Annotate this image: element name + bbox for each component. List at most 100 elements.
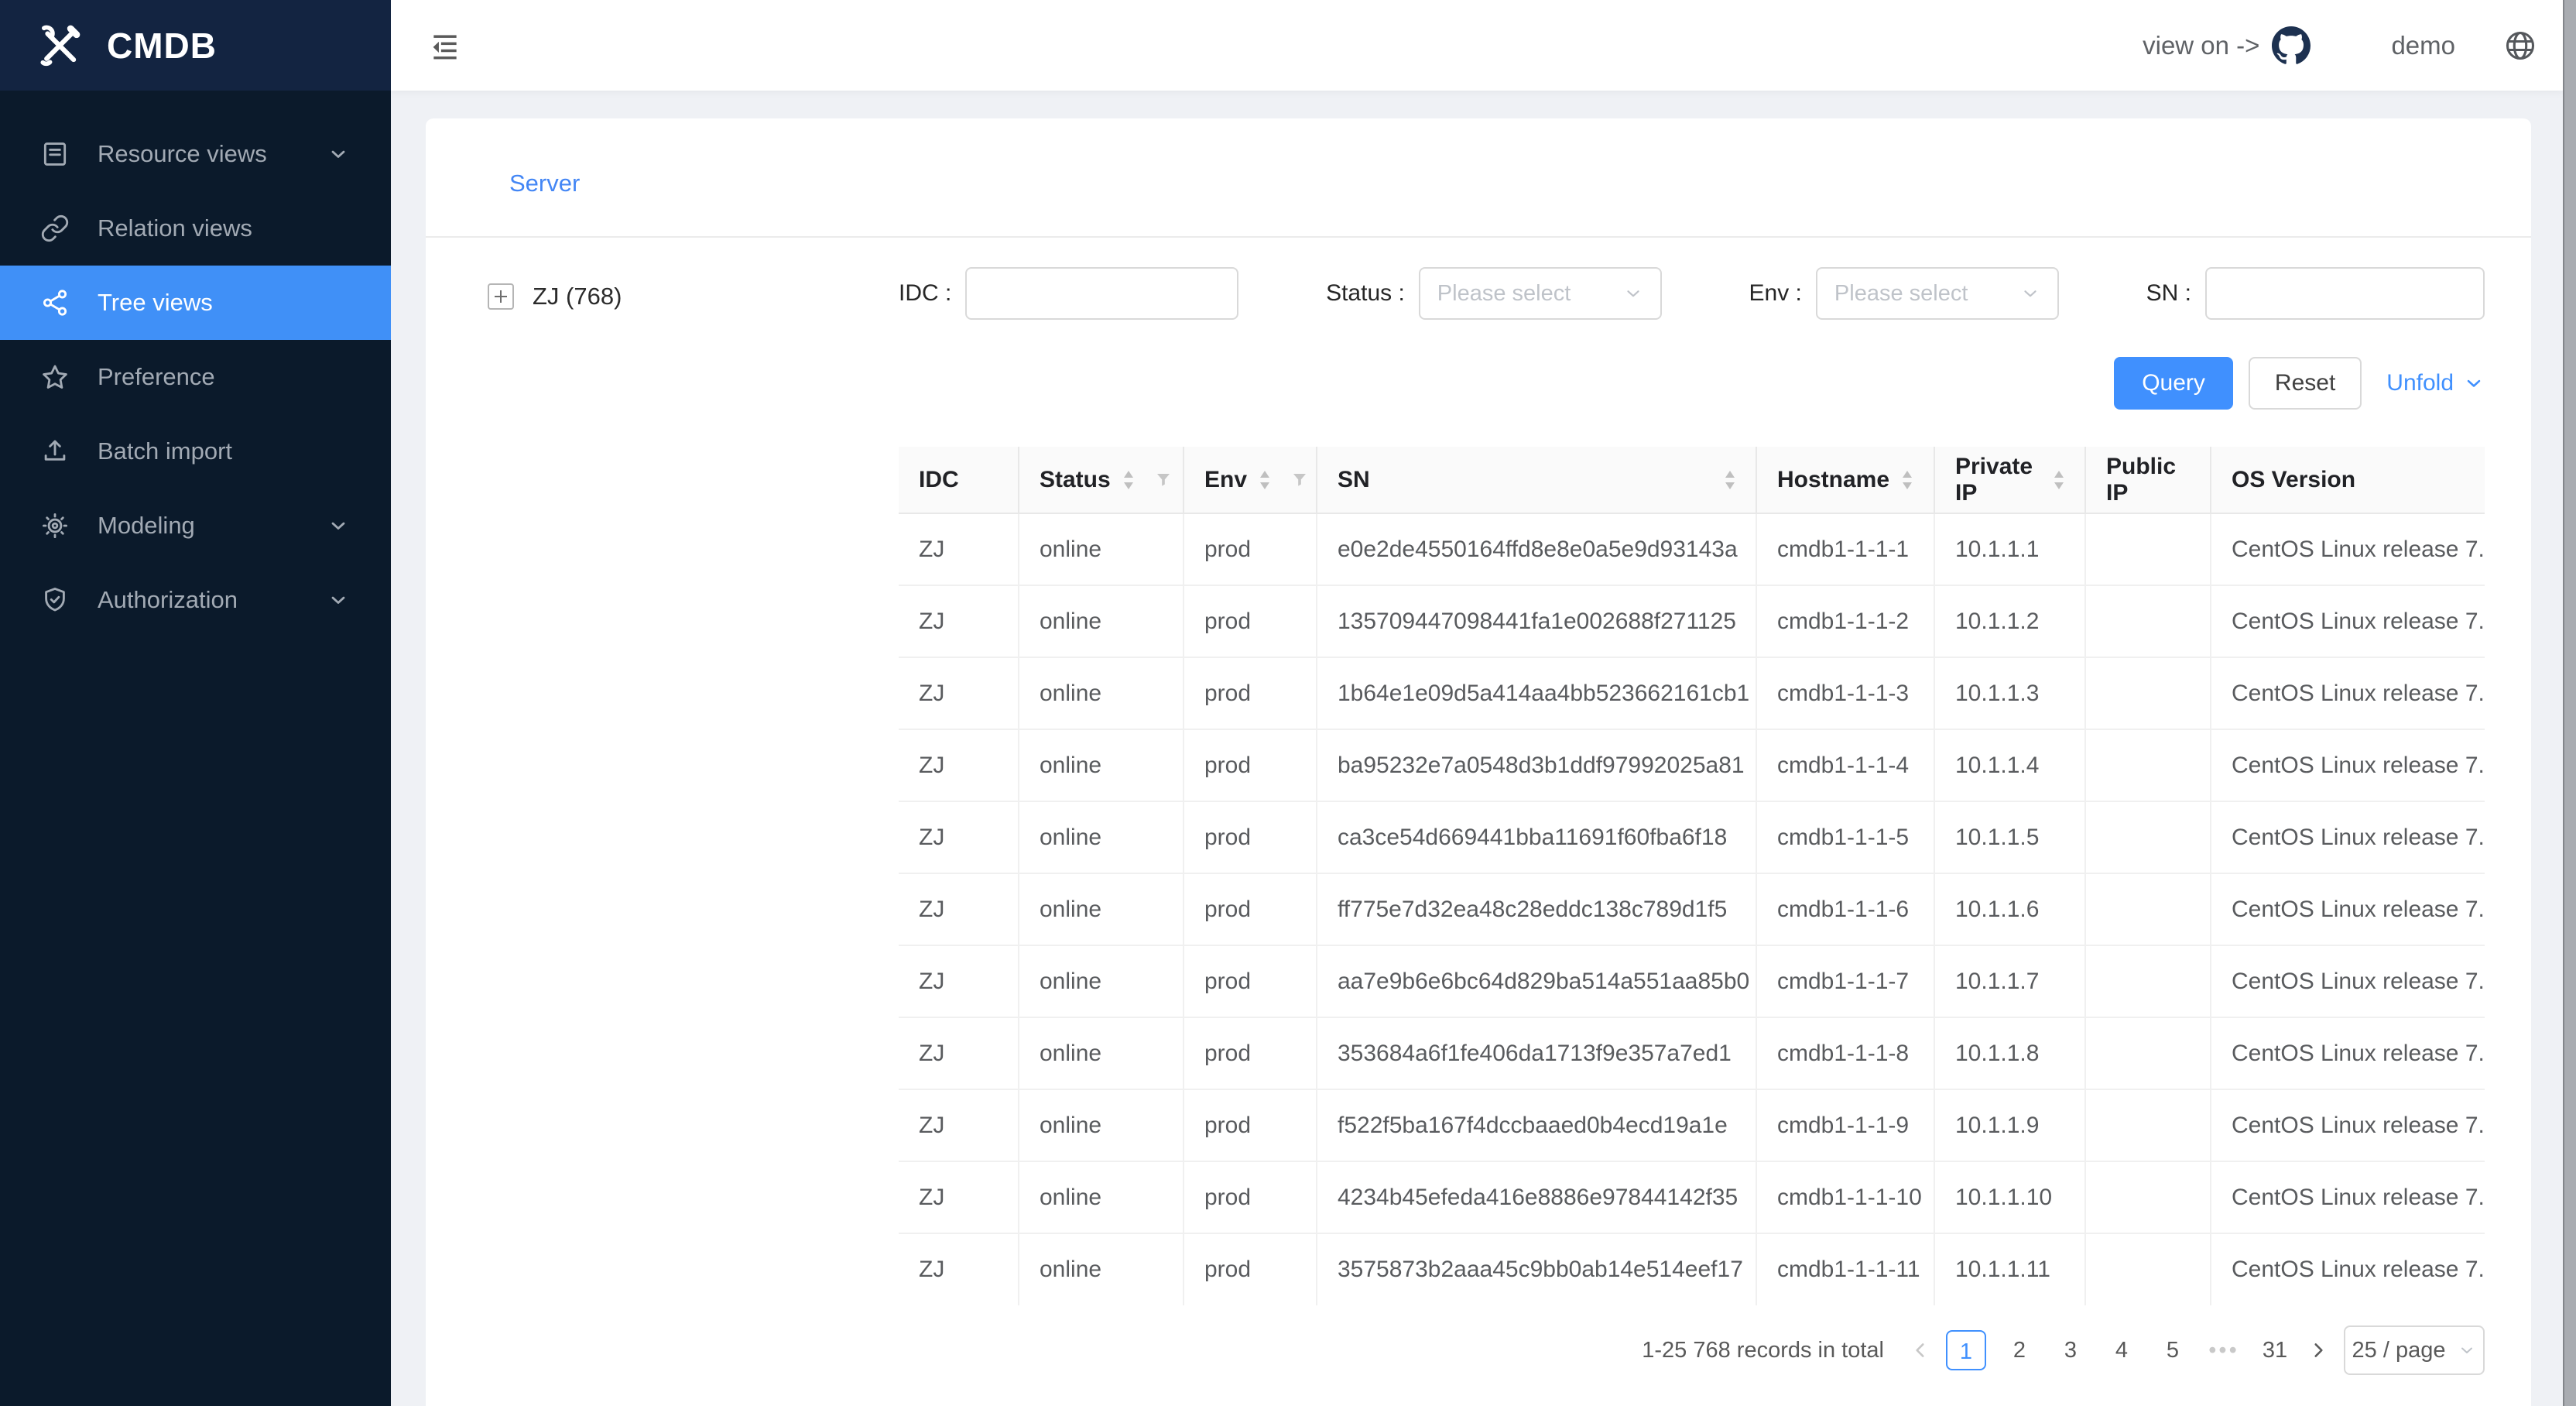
- table-cell-os: CentOS Linux release 7.5.18: [2211, 1017, 2485, 1089]
- shield-icon: [40, 585, 70, 615]
- reset-button[interactable]: Reset: [2249, 357, 2362, 410]
- page-size-select[interactable]: 25 / page: [2344, 1325, 2485, 1375]
- table-cell-env: prod: [1184, 1161, 1317, 1233]
- sidebar-item-tree-views[interactable]: Tree views: [0, 266, 391, 340]
- table-cell-private_ip: 10.1.1.3: [1934, 657, 2085, 729]
- sidebar-item-resource-views[interactable]: Resource views: [0, 117, 391, 191]
- app-logo[interactable]: CMDB: [0, 0, 391, 91]
- idc-input[interactable]: [965, 267, 1238, 320]
- browser-scrollbar[interactable]: [2563, 0, 2576, 1406]
- main-panel: IDC : Status : Please select Env : Pleas…: [899, 238, 2485, 1375]
- table-cell-sn: ba95232e7a0548d3b1ddf97992025a81: [1317, 729, 1756, 801]
- table-cell-sn: e0e2de4550164ffd8e8e0a5e9d93143a: [1317, 513, 1756, 585]
- sidebar-item-preference[interactable]: Preference: [0, 340, 391, 414]
- table-cell-os: CentOS Linux release 7.5.18: [2211, 945, 2485, 1017]
- table-cell-private_ip: 10.1.1.10: [1934, 1161, 2085, 1233]
- app-title: CMDB: [107, 25, 217, 67]
- view-on-github-link[interactable]: view on ->: [2143, 26, 2311, 65]
- table-cell-os: CentOS Linux release 7.5.18: [2211, 585, 2485, 657]
- sn-label: SN :: [2146, 280, 2191, 307]
- table-cell-public_ip: [2085, 585, 2211, 657]
- chevron-down-icon: [327, 143, 349, 165]
- sidebar-item-relation-views[interactable]: Relation views: [0, 191, 391, 266]
- table-header-row: IDC Status Env: [899, 447, 2485, 513]
- sidebar-menu: Resource views Relation views Tree views: [0, 91, 391, 637]
- results-table: IDC Status Env: [899, 447, 2485, 1305]
- table-cell-idc: ZJ: [899, 801, 1019, 873]
- table-cell-status: online: [1019, 945, 1184, 1017]
- status-select[interactable]: Please select: [1419, 267, 1662, 320]
- table-cell-env: prod: [1184, 513, 1317, 585]
- table-cell-idc: ZJ: [899, 1233, 1019, 1305]
- table-cell-sn: f522f5ba167f4dccbaaed0b4ecd19a1e: [1317, 1089, 1756, 1161]
- table-cell-hostname: cmdb1-1-1-11: [1756, 1233, 1934, 1305]
- model-tabs: Server: [426, 118, 2531, 238]
- language-globe-icon[interactable]: [2503, 29, 2537, 63]
- table-cell-public_ip: [2085, 657, 2211, 729]
- sort-carets-icon[interactable]: [1725, 471, 1735, 489]
- pagination-page-1[interactable]: 1: [1946, 1330, 1986, 1370]
- table-cell-env: prod: [1184, 801, 1317, 873]
- table-cell-idc: ZJ: [899, 873, 1019, 945]
- tree-node-label[interactable]: ZJ (768): [533, 283, 622, 310]
- table-cell-hostname: cmdb1-1-1-3: [1756, 657, 1934, 729]
- pagination-page-5[interactable]: 5: [2155, 1330, 2191, 1370]
- table-cell-hostname: cmdb1-1-1-10: [1756, 1161, 1934, 1233]
- filter-form: IDC : Status : Please select Env : Pleas…: [899, 267, 2485, 320]
- table-cell-public_ip: [2085, 1233, 2211, 1305]
- table-cell-status: online: [1019, 1017, 1184, 1089]
- table-cell-idc: ZJ: [899, 1089, 1019, 1161]
- tree-expand-icon[interactable]: [488, 283, 514, 310]
- sort-carets-icon[interactable]: [1902, 471, 1913, 489]
- table-cell-status: online: [1019, 729, 1184, 801]
- filter-funnel-icon[interactable]: [1290, 471, 1309, 489]
- sort-carets-icon[interactable]: [1259, 471, 1270, 489]
- pagination-page-31[interactable]: 31: [2257, 1330, 2293, 1370]
- table-cell-private_ip: 10.1.1.4: [1934, 729, 2085, 801]
- user-menu[interactable]: demo: [2391, 31, 2455, 60]
- pagination-page-2[interactable]: 2: [2002, 1330, 2037, 1370]
- tools-logo-icon: [36, 22, 84, 70]
- table-cell-hostname: cmdb1-1-1-2: [1756, 585, 1934, 657]
- col-private-ip: Private IP: [1955, 454, 2041, 506]
- menu-fold-icon[interactable]: [428, 29, 462, 63]
- filter-sn: SN :: [2146, 267, 2485, 320]
- pagination-ellipsis[interactable]: •••: [2206, 1330, 2242, 1370]
- table-cell-env: prod: [1184, 729, 1317, 801]
- unfold-link[interactable]: Unfold: [2386, 370, 2485, 396]
- sidebar-item-batch-import[interactable]: Batch import: [0, 414, 391, 489]
- table-cell-sn: ff775e7d32ea48c28eddc138c789d1f5: [1317, 873, 1756, 945]
- sidebar-item-authorization[interactable]: Authorization: [0, 563, 391, 637]
- view-on-label: view on ->: [2143, 31, 2259, 60]
- pagination-prev-icon[interactable]: [1910, 1340, 1930, 1360]
- header-actions: view on -> demo: [2143, 26, 2564, 65]
- col-hostname: Hostname: [1777, 467, 1889, 493]
- table-cell-status: online: [1019, 1233, 1184, 1305]
- chevron-down-icon: [2463, 372, 2485, 394]
- table-cell-status: online: [1019, 585, 1184, 657]
- env-select[interactable]: Please select: [1816, 267, 2059, 320]
- chevron-down-icon: [327, 589, 349, 611]
- table-cell-env: prod: [1184, 1233, 1317, 1305]
- table-cell-env: prod: [1184, 945, 1317, 1017]
- table-row: ZJonlineprodba95232e7a0548d3b1ddf9799202…: [899, 729, 2485, 801]
- table-cell-status: online: [1019, 801, 1184, 873]
- pagination-page-3[interactable]: 3: [2053, 1330, 2088, 1370]
- filter-funnel-icon[interactable]: [1154, 471, 1173, 489]
- table-cell-hostname: cmdb1-1-1-9: [1756, 1089, 1934, 1161]
- table-cell-env: prod: [1184, 585, 1317, 657]
- sort-carets-icon[interactable]: [1123, 471, 1134, 489]
- tab-server[interactable]: Server: [509, 170, 580, 197]
- table-row: ZJonlineprodf522f5ba167f4dccbaaed0b4ecd1…: [899, 1089, 2485, 1161]
- table-cell-private_ip: 10.1.1.6: [1934, 873, 2085, 945]
- pagination-next-icon[interactable]: [2308, 1340, 2328, 1360]
- filter-idc: IDC :: [899, 267, 1238, 320]
- table-row: ZJonlineprod353684a6f1fe406da1713f9e357a…: [899, 1017, 2485, 1089]
- query-button[interactable]: Query: [2114, 357, 2233, 410]
- sidebar-item-label: Resource views: [98, 140, 267, 168]
- sidebar-item-modeling[interactable]: Modeling: [0, 489, 391, 563]
- sort-carets-icon[interactable]: [2054, 471, 2064, 489]
- sn-input[interactable]: [2205, 267, 2485, 320]
- pagination-page-4[interactable]: 4: [2104, 1330, 2139, 1370]
- table-cell-private_ip: 10.1.1.8: [1934, 1017, 2085, 1089]
